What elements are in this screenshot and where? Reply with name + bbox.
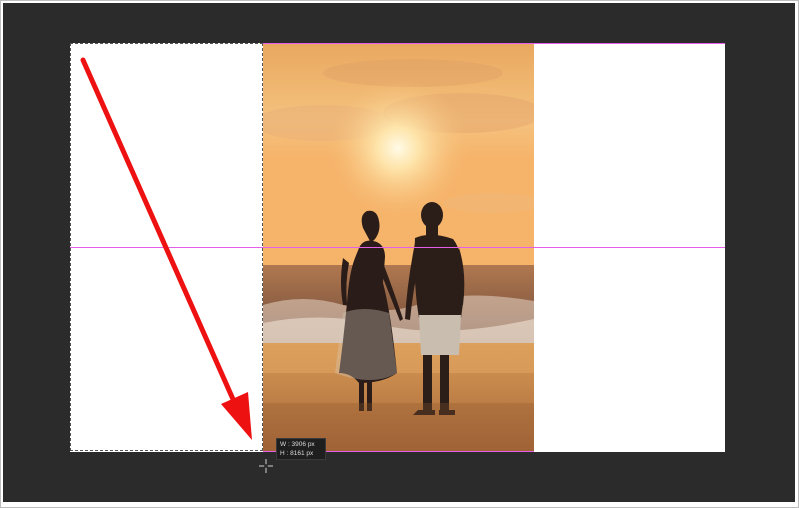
canvas-top-guide bbox=[263, 43, 725, 44]
tooltip-width: W : 3906 px bbox=[280, 441, 315, 448]
crosshair-icon bbox=[259, 459, 273, 473]
tooltip-height: H : 8161 px bbox=[280, 450, 314, 457]
selection-marquee[interactable] bbox=[70, 43, 263, 451]
dimension-tooltip: W : 3906 px H : 8161 px bbox=[276, 438, 326, 460]
